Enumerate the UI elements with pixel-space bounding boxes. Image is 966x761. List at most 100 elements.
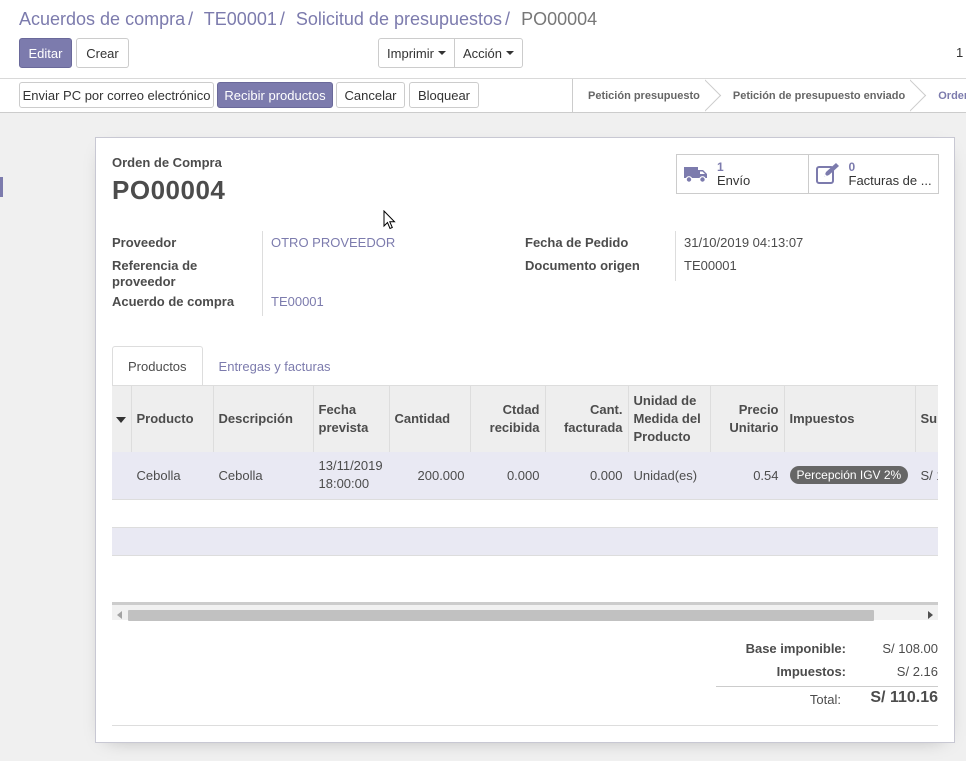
print-dropdown-label: Imprimir	[387, 45, 434, 61]
cancel-button[interactable]: Cancelar	[336, 82, 405, 108]
cell-product[interactable]: Cebolla	[131, 452, 213, 500]
left-edge-marker	[0, 177, 3, 197]
base-value: S/ 108.00	[882, 641, 938, 656]
base-label: Base imponible:	[745, 641, 846, 656]
column-header-received[interactable]: Ctdad recibida	[470, 386, 546, 452]
cell-price[interactable]: 0.54	[710, 452, 784, 500]
status-header: Enviar PC por correo electrónico Recibir…	[0, 79, 966, 113]
breadcrumb-item-agreements[interactable]: Acuerdos de compra	[19, 9, 185, 29]
breadcrumb-item-rfq[interactable]: Solicitud de presupuestos	[296, 9, 502, 29]
vendor-ref-label-line2: proveedor	[112, 274, 176, 289]
chevron-right-icon	[910, 79, 928, 112]
tax-badge: Percepción IGV 2%	[789, 466, 909, 485]
action-dropdown[interactable]: Acción	[454, 38, 523, 68]
breadcrumb-separator: /	[279, 9, 285, 29]
send-email-label: Enviar PC por correo electrónico	[22, 87, 211, 103]
column-header-price[interactable]: Precio Unitario	[710, 386, 785, 452]
origin-label: Documento origen	[525, 258, 640, 273]
column-header-uom[interactable]: Unidad de Medida del Producto	[628, 386, 711, 452]
create-button[interactable]: Crear	[76, 38, 129, 68]
breadcrumb-item-te00001[interactable]: TE00001	[204, 9, 277, 29]
status-step-rfq[interactable]: Petición presupuesto	[573, 79, 714, 112]
pager-value[interactable]: 1	[956, 45, 963, 60]
status-step-label: Orden	[938, 89, 966, 102]
cell-quantity[interactable]: 200.000	[389, 452, 470, 500]
vendor-ref-label-line1: Referencia de	[112, 258, 198, 273]
breadcrumb-separator: /	[505, 9, 511, 29]
caret-down-icon	[437, 51, 446, 55]
status-steps: Petición presupuesto Petición de presupu…	[572, 79, 966, 112]
shipment-smart-button[interactable]: 1 Envío	[677, 155, 808, 193]
column-header-quantity[interactable]: Cantidad	[389, 386, 471, 452]
smart-buttons: 1 Envío 0 Facturas de ...	[676, 154, 939, 194]
cell-date-time: 18:00:00	[318, 476, 370, 492]
mouse-cursor-icon	[383, 210, 396, 230]
order-date-label: Fecha de Pedido	[525, 235, 629, 250]
tax-label: Impuestos:	[776, 664, 846, 679]
lock-button[interactable]: Bloquear	[409, 82, 479, 108]
vendor-ref-label: Referencia de proveedor	[112, 258, 197, 289]
edit-button[interactable]: Editar	[19, 38, 72, 68]
send-email-button[interactable]: Enviar PC por correo electrónico	[19, 82, 214, 108]
scroll-left-icon[interactable]	[117, 611, 122, 619]
document-type: Orden de Compra	[112, 155, 222, 170]
cell-taxes[interactable]: Percepción IGV 2%	[784, 452, 915, 500]
column-header-taxes[interactable]: Impuestos	[784, 386, 916, 452]
column-header-product[interactable]: Producto	[131, 386, 214, 452]
invoices-count: 0	[848, 160, 856, 174]
total-value: S/ 110.16	[870, 689, 938, 706]
sheet-bottom-divider	[112, 725, 938, 726]
action-dropdown-label: Acción	[462, 45, 503, 61]
cell-date[interactable]: 13/11/2019 18:00:00	[313, 452, 389, 500]
chevron-right-icon	[705, 79, 723, 112]
agreement-label: Acuerdo de compra	[112, 294, 235, 309]
cell-subtotal[interactable]: S/ 108.00	[915, 452, 938, 500]
row-handle	[112, 452, 131, 500]
truck-icon	[683, 162, 709, 186]
column-header-date[interactable]: Fecha prevista	[313, 386, 390, 452]
invoices-smart-text: 0 Facturas de ...	[849, 160, 932, 188]
scroll-right-icon[interactable]	[928, 611, 933, 619]
breadcrumb-current: PO00004	[521, 9, 598, 29]
print-dropdown[interactable]: Imprimir	[378, 38, 455, 68]
page-title: PO00004	[112, 175, 226, 205]
edit-icon	[815, 162, 841, 186]
horizontal-scrollbar[interactable]	[112, 602, 938, 621]
sort-column-header[interactable]	[112, 386, 132, 452]
supplier-label: Proveedor	[112, 235, 177, 250]
field-divider	[675, 231, 676, 281]
tax-value: S/ 2.16	[896, 664, 938, 679]
table-header-row: Producto Descripción Fecha prevista Cant…	[112, 386, 938, 452]
breadcrumb: Acuerdos de compra / TE00001/ Solicitud d…	[19, 9, 597, 30]
receive-products-button[interactable]: Recibir productos	[217, 82, 333, 108]
agreement-link[interactable]: TE00001	[271, 294, 324, 309]
origin-value: TE00001	[684, 258, 737, 273]
cell-uom[interactable]: Unidad(es)	[628, 452, 710, 500]
field-divider	[262, 231, 263, 316]
table-row[interactable]: Cebolla Cebolla 13/11/2019 18:00:00 200.…	[112, 452, 938, 500]
cell-received[interactable]: 0.000	[470, 452, 545, 500]
control-panel: Acuerdos de compra / TE00001/ Solicitud d…	[0, 0, 966, 79]
invoices-label: Facturas de ...	[848, 173, 932, 188]
cell-date-day: 13/11/2019	[318, 458, 383, 474]
scrollbar-thumb[interactable]	[128, 610, 874, 621]
tab-deliveries-invoices[interactable]: Entregas y facturas	[203, 346, 347, 386]
order-lines-table: Producto Descripción Fecha prevista Cant…	[112, 385, 938, 621]
column-header-description[interactable]: Descripción	[213, 386, 314, 452]
add-line-row[interactable]	[112, 527, 938, 556]
create-button-label: Crear	[86, 45, 119, 61]
invoices-smart-button[interactable]: 0 Facturas de ...	[807, 155, 938, 193]
cell-invoiced[interactable]: 0.000	[545, 452, 628, 500]
column-header-subtotal[interactable]: Subtotal	[915, 386, 938, 452]
totals-divider	[716, 686, 938, 687]
form-sheet: 1 Envío 0 Facturas de ... Orden de Compr…	[95, 137, 955, 743]
cell-description[interactable]: Cebolla	[213, 452, 313, 500]
shipment-smart-text: 1 Envío	[717, 160, 750, 188]
order-date-value: 31/10/2019 04:13:07	[684, 235, 804, 250]
column-header-invoiced[interactable]: Cant. facturada	[545, 386, 629, 452]
tab-products[interactable]: Productos	[112, 346, 203, 386]
status-step-rfq-sent[interactable]: Petición de presupuesto enviado	[714, 79, 919, 112]
supplier-link[interactable]: OTRO PROVEEDOR	[271, 235, 395, 250]
status-step-label: Petición presupuesto	[588, 89, 700, 102]
caret-down-icon	[506, 51, 515, 55]
